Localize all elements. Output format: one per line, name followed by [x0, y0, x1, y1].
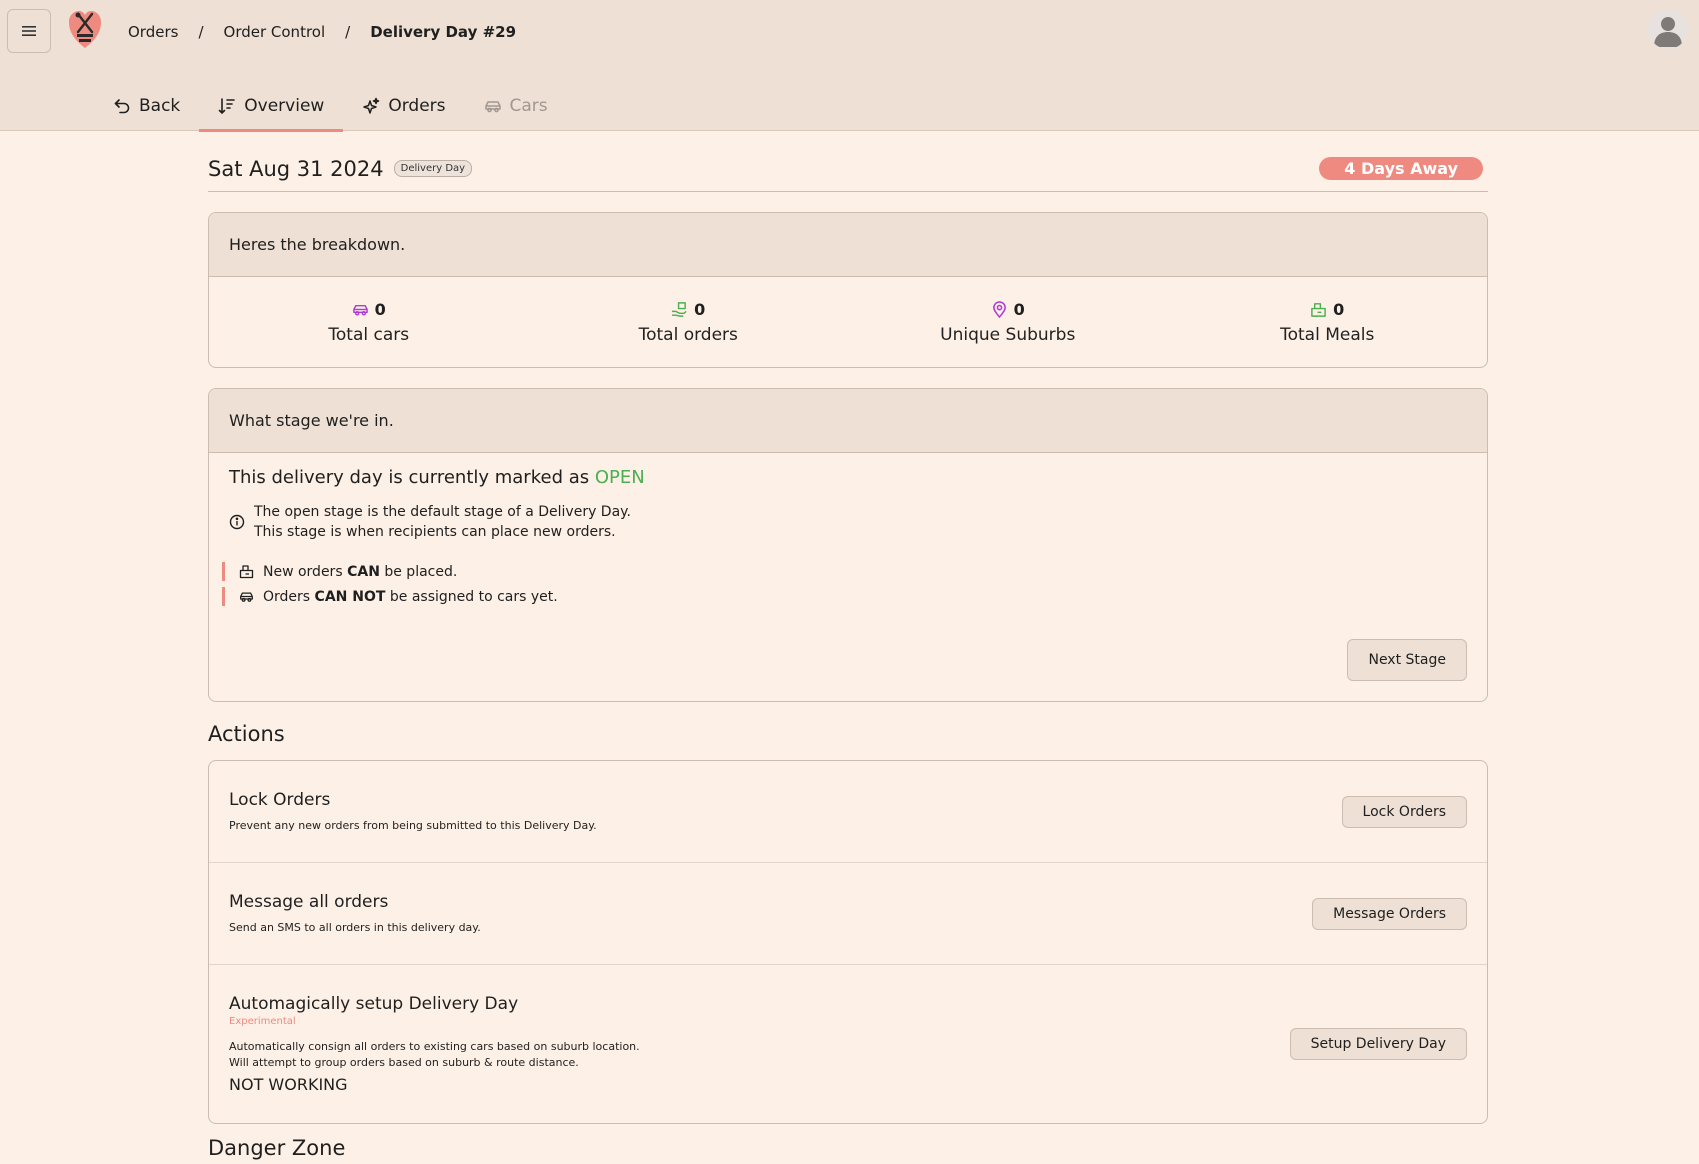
action-desc: Send an SMS to all orders in this delive…	[229, 920, 481, 934]
map-pin-icon	[992, 300, 1006, 318]
stat-value: 0	[694, 299, 706, 319]
rule-text: be placed.	[384, 563, 458, 580]
action-desc-line: Automatically consign all orders to exis…	[229, 1040, 640, 1053]
back-arrow-icon	[114, 98, 130, 113]
car-icon	[352, 304, 368, 315]
action-setup-delivery-day: Automagically setup Delivery Day Experim…	[209, 965, 1487, 1123]
actions-card: Lock Orders Prevent any new orders from …	[208, 760, 1488, 1124]
main-content: Sat Aug 31 2024 Delivery Day 4 Days Away…	[208, 150, 1488, 1164]
stat-label: Unique Suburbs	[940, 324, 1076, 345]
breadcrumb-current: Delivery Day #29	[370, 23, 517, 41]
action-message-orders: Message all orders Send an SMS to all or…	[209, 863, 1487, 965]
tab-back[interactable]: Back	[94, 80, 199, 131]
stat-total-cars: 0 Total cars	[209, 277, 529, 367]
action-desc-line: Will attempt to group orders based on su…	[229, 1056, 579, 1069]
stat-label: Total cars	[328, 324, 410, 345]
experimental-tag: Experimental	[229, 1016, 296, 1027]
breadcrumb: Orders / Order Control / Delivery Day #2…	[128, 20, 516, 44]
avatar[interactable]	[1648, 9, 1688, 49]
user-icon	[1654, 17, 1682, 47]
countdown-badge: 4 Days Away	[1319, 157, 1483, 180]
meal-box-icon	[239, 565, 254, 579]
stat-label: Total Meals	[1280, 324, 1375, 345]
actions-title: Actions	[208, 722, 285, 746]
rule-text: New orders	[263, 563, 343, 580]
stage-status-value: OPEN	[594, 467, 645, 488]
stage-info: The open stage is the default stage of a…	[229, 502, 1467, 542]
stage-card-title: What stage we're in.	[209, 389, 1487, 453]
tab-back-label: Back	[139, 95, 181, 116]
tab-orders-label: Orders	[388, 95, 446, 116]
hand-box-icon	[672, 301, 687, 317]
tab-cars[interactable]: Cars	[465, 80, 567, 131]
rule-text: Orders	[263, 588, 311, 605]
tab-bar: Back Overview Orders Cars	[94, 80, 567, 132]
hamburger-icon	[22, 26, 36, 36]
logo[interactable]	[68, 8, 102, 50]
rule-text: be assigned to cars yet.	[389, 588, 558, 605]
breadcrumb-separator: /	[198, 23, 204, 41]
rule-emphasis: CAN NOT	[314, 588, 386, 605]
delivery-date: Sat Aug 31 2024	[208, 156, 384, 181]
stat-value: 0	[1013, 299, 1025, 319]
tab-cars-label: Cars	[509, 95, 548, 116]
breadcrumb-separator: /	[345, 23, 351, 41]
breakdown-title: Heres the breakdown.	[209, 213, 1487, 277]
message-orders-button[interactable]: Message Orders	[1312, 897, 1467, 930]
stage-card: What stage we're in. This delivery day i…	[208, 388, 1488, 702]
stats-row: 0 Total cars 0 Total orders 0 Unique Sub…	[209, 277, 1487, 367]
stat-total-meals: 0 Total Meals	[1168, 277, 1488, 367]
top-bar: Orders / Order Control / Delivery Day #2…	[0, 0, 1699, 132]
setup-delivery-day-button[interactable]: Setup Delivery Day	[1289, 1028, 1467, 1060]
action-title: Lock Orders	[229, 789, 331, 810]
stage-rules: New orders CAN be placed. Orders CAN NOT…	[222, 562, 1467, 606]
breadcrumb-orders[interactable]: Orders	[128, 23, 178, 41]
stat-label: Total orders	[638, 324, 738, 345]
action-title: Message all orders	[229, 891, 389, 912]
breadcrumb-order-control[interactable]: Order Control	[224, 23, 326, 41]
stage-rule: New orders CAN be placed.	[222, 562, 1467, 581]
tab-overview[interactable]: Overview	[199, 80, 344, 132]
action-note: NOT WORKING	[229, 1075, 348, 1094]
lock-orders-button[interactable]: Lock Orders	[1341, 795, 1467, 828]
day-header: Sat Aug 31 2024 Delivery Day 4 Days Away	[208, 150, 1488, 192]
stage-status: This delivery day is currently marked as…	[229, 467, 1467, 488]
meal-box-icon	[1311, 302, 1326, 317]
tab-orders[interactable]: Orders	[343, 80, 464, 131]
menu-button[interactable]	[7, 9, 51, 53]
car-icon	[240, 592, 253, 602]
stat-total-orders: 0 Total orders	[529, 277, 849, 367]
type-badge: Delivery Day	[393, 160, 473, 177]
danger-zone-title: Danger Zone	[208, 1136, 346, 1160]
sparkle-icon	[363, 97, 380, 114]
action-desc: Prevent any new orders from being submit…	[229, 818, 597, 832]
stage-info-line: The open stage is the default stage of a…	[254, 504, 631, 520]
action-lock-orders: Lock Orders Prevent any new orders from …	[209, 761, 1487, 863]
stage-status-prefix: This delivery day is currently marked as	[229, 467, 590, 488]
stat-value: 0	[374, 299, 386, 319]
stage-rule: Orders CAN NOT be assigned to cars yet.	[222, 587, 1467, 606]
stat-value: 0	[1333, 299, 1345, 319]
stat-unique-suburbs: 0 Unique Suburbs	[848, 277, 1168, 367]
rule-emphasis: CAN	[347, 563, 380, 580]
car-icon	[484, 100, 501, 112]
breakdown-card: Heres the breakdown. 0 Total cars 0 Tota…	[208, 212, 1488, 368]
action-title: Automagically setup Delivery Day	[229, 994, 519, 1014]
tab-overview-label: Overview	[244, 95, 325, 116]
stage-info-line: This stage is when recipients can place …	[254, 524, 616, 540]
next-stage-button[interactable]: Next Stage	[1347, 639, 1467, 681]
sort-icon	[218, 97, 236, 114]
info-icon	[229, 514, 245, 530]
